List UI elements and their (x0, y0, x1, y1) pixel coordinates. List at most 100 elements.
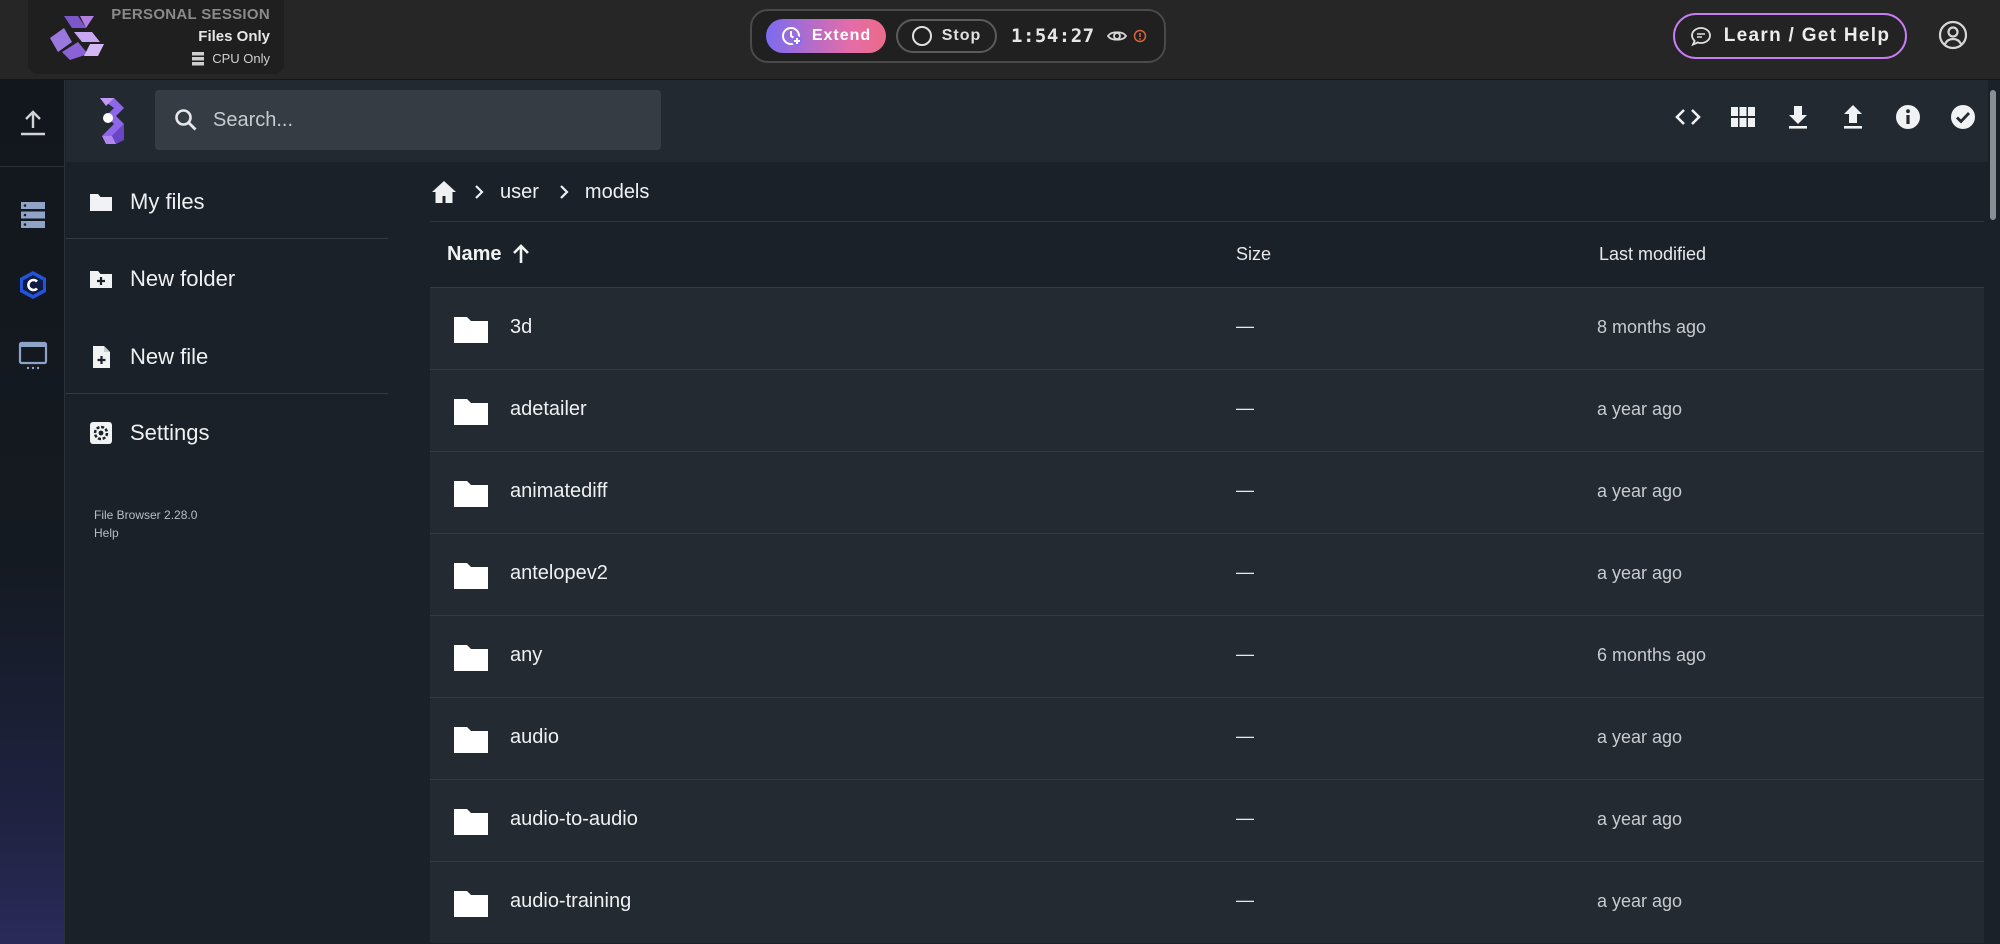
file-size: — (1236, 644, 1254, 664)
sidebar-item-new-file[interactable]: New file (88, 322, 208, 392)
table-row[interactable]: 3d — 8 months ago (430, 287, 1984, 369)
grid-view-button[interactable] (1728, 102, 1758, 132)
file-modified: 8 months ago (1597, 317, 1707, 337)
code-hexagon-icon (19, 271, 46, 299)
grid-view-icon (1731, 107, 1755, 127)
file-name: animatediff (510, 480, 608, 502)
rail-desktop-button[interactable] (0, 330, 65, 380)
learn-help-label: Learn / Get Help (1723, 25, 1891, 46)
chevron-right-icon (560, 185, 569, 199)
table-row[interactable]: animatediff — a year ago (430, 451, 1984, 533)
upload-button[interactable] (1838, 102, 1868, 132)
account-icon[interactable] (1938, 20, 1968, 50)
sidebar-divider (66, 393, 388, 394)
session-panel[interactable]: PERSONAL SESSION Files Only CPU Only (28, 0, 284, 74)
chevron-right-icon (475, 185, 484, 199)
sidebar-item-new-folder[interactable]: New folder (88, 244, 235, 314)
search-icon (175, 109, 197, 131)
download-icon (1789, 106, 1807, 129)
rail-upload-button[interactable] (0, 80, 65, 167)
settings-icon (90, 422, 112, 444)
download-button[interactable] (1783, 102, 1813, 132)
stop-button[interactable]: Stop (896, 19, 997, 53)
extend-label: Extend (811, 27, 872, 44)
breadcrumb-item[interactable]: user (500, 181, 539, 204)
info-button[interactable] (1893, 102, 1923, 132)
extend-button[interactable]: Extend (766, 19, 886, 53)
stop-circle-icon (911, 26, 932, 46)
session-mode: Files Only (198, 28, 270, 45)
header-actions (1673, 102, 1978, 132)
version-text: File Browser 2.28.0 (94, 508, 198, 522)
filebrowser-logo-icon[interactable] (94, 94, 130, 146)
create-folder-icon (90, 271, 112, 288)
sidebar-item-label: New file (130, 344, 209, 369)
folder-icon (454, 809, 488, 835)
eye-icon[interactable] (1106, 26, 1127, 46)
file-name: any (510, 644, 543, 666)
filebrowser-header (66, 80, 2000, 162)
folder-icon (454, 399, 488, 425)
table-row[interactable]: audio-to-audio — a year ago (430, 779, 1984, 861)
folder-icon (454, 645, 488, 671)
breadcrumb: user models (430, 174, 649, 210)
table-row[interactable]: any — 6 months ago (430, 615, 1984, 697)
file-modified: a year ago (1597, 727, 1683, 747)
code-view-button[interactable] (1673, 102, 1703, 132)
select-button[interactable] (1948, 102, 1978, 132)
folder-icon (454, 727, 488, 753)
file-size: — (1236, 480, 1254, 500)
table-row[interactable]: antelopev2 — a year ago (430, 533, 1984, 615)
file-rows: 3d — 8 months ago adetailer — a year ago anima… (430, 287, 1984, 943)
column-name-label: Name (447, 242, 502, 265)
breadcrumb-item[interactable]: models (585, 181, 649, 204)
file-size: — (1236, 808, 1254, 828)
sidebar-item-label: Settings (130, 420, 210, 445)
table-row[interactable]: audio — a year ago (430, 697, 1984, 779)
sidebar-item-label: My files (130, 189, 205, 214)
table-row[interactable]: audio-training — a year ago (430, 861, 1984, 943)
file-modified: a year ago (1597, 399, 1683, 419)
session-label: PERSONAL SESSION (111, 6, 270, 23)
warning-icon[interactable] (1133, 29, 1147, 43)
table-row[interactable]: adetailer — a year ago (430, 369, 1984, 451)
file-name: audio-training (510, 890, 632, 912)
column-header-name[interactable]: Name (447, 242, 533, 266)
code-view-icon (1675, 109, 1701, 125)
sidebar-divider (66, 238, 388, 239)
rail-storage-button[interactable] (0, 190, 65, 240)
storage-icon (20, 202, 45, 228)
clock-plus-icon (781, 27, 802, 46)
file-size: — (1236, 316, 1254, 336)
help-link[interactable]: Help (94, 524, 197, 542)
file-size: — (1236, 890, 1254, 910)
sidebar-item-my-files[interactable]: My files (88, 167, 205, 237)
table-header: Name Size Last modified (430, 222, 1984, 286)
search-input[interactable] (213, 108, 633, 132)
rail-code-server-button[interactable] (0, 260, 65, 310)
chat-bubble-icon (1690, 27, 1711, 47)
folder-icon (454, 481, 488, 507)
learn-help-button[interactable]: Learn / Get Help (1673, 13, 1907, 59)
app-rail (0, 80, 65, 944)
search-box[interactable] (155, 90, 661, 150)
folder-icon (454, 317, 488, 343)
top-bar: PERSONAL SESSION Files Only CPU Only Ext… (0, 0, 2000, 80)
column-header-size[interactable]: Size (1236, 244, 1271, 265)
column-header-modified[interactable]: Last modified (1599, 244, 1706, 265)
sort-arrow-up-icon (513, 244, 530, 263)
session-hardware-label: CPU Only (212, 51, 270, 66)
scrollbar-thumb[interactable] (1990, 90, 1996, 220)
file-modified: 6 months ago (1597, 645, 1707, 665)
scrollbar[interactable] (1988, 80, 2000, 944)
file-size: — (1236, 562, 1254, 582)
file-name: 3d (510, 316, 533, 338)
session-controls: Extend Stop 1:54:27 (750, 9, 1166, 63)
stop-label: Stop (941, 27, 982, 44)
brand-logo-icon (50, 16, 104, 60)
upload-icon (20, 110, 45, 136)
home-icon[interactable] (430, 178, 458, 206)
server-icon (192, 51, 205, 65)
select-check-icon (1951, 105, 1975, 129)
sidebar-item-settings[interactable]: Settings (88, 398, 210, 468)
